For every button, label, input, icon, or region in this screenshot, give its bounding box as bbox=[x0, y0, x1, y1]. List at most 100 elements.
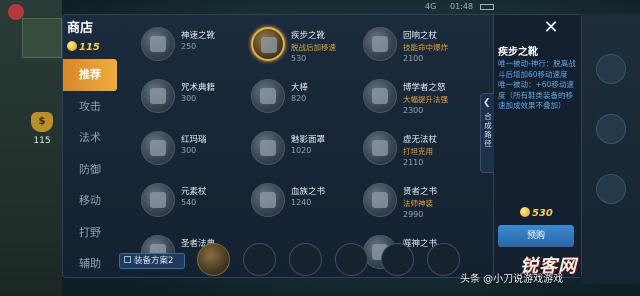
equipment-slot[interactable] bbox=[335, 243, 368, 276]
shop-panel: 商店 115 推荐 攻击 法术 防御 移动 打野 辅助 神速之靴 250 疾步之靴 脱战后加移速 5… bbox=[62, 14, 582, 278]
shop-item[interactable]: 虚无法杖打坦克用 2110 bbox=[363, 129, 481, 173]
item-name: 咒术典籍 bbox=[181, 83, 216, 93]
item-glyph bbox=[260, 140, 276, 156]
item-price: 300 bbox=[181, 94, 197, 103]
shop-item[interactable]: 疾步之靴 脱战后加移速 530 bbox=[251, 25, 369, 69]
coin-bag-icon: $ bbox=[31, 112, 53, 132]
battery-icon bbox=[480, 4, 494, 10]
item-glyph bbox=[372, 36, 388, 52]
synthesis-path-label: 合成路径 bbox=[484, 112, 492, 148]
skill-button[interactable] bbox=[596, 54, 626, 84]
detail-description: 唯一被动-神行：脱离战斗后增加60移动速度 唯一被动：+60移动速度（所有鞋类装… bbox=[498, 59, 578, 112]
item-name: 回响之杖 bbox=[403, 31, 438, 41]
shop-item[interactable]: 红玛瑙 300 bbox=[141, 129, 259, 173]
equipment-slot[interactable] bbox=[197, 243, 230, 276]
spellbook-icon bbox=[141, 79, 175, 113]
blood-book-icon bbox=[251, 183, 285, 217]
item-tagline: 脱战后加移速 bbox=[291, 43, 336, 52]
item-name: 博学者之怒 bbox=[403, 83, 446, 93]
hud-gold-amount: 115 bbox=[33, 136, 51, 146]
item-name: 神速之靴 bbox=[181, 31, 216, 41]
status-clock: 01:48 bbox=[450, 2, 474, 11]
item-glyph bbox=[372, 88, 388, 104]
item-glyph bbox=[150, 36, 166, 52]
watermark: 锐客网 头条 @小刀说游戏游戏 bbox=[458, 252, 640, 296]
void-staff-icon bbox=[363, 131, 397, 165]
club-icon bbox=[251, 79, 285, 113]
right-hud-strip bbox=[582, 14, 640, 284]
shop-item[interactable]: 元素杖 540 bbox=[141, 181, 259, 225]
shop-item[interactable]: 贤者之书 法师神装 2990 bbox=[363, 181, 481, 225]
status-bar: 4G 01:48 bbox=[0, 0, 640, 14]
red-agate-icon bbox=[141, 131, 175, 165]
list-icon bbox=[124, 256, 131, 263]
detail-price: 530 bbox=[520, 207, 553, 219]
category-tabs: 推荐 攻击 法术 防御 移动 打野 辅助 bbox=[63, 59, 117, 280]
equipment-slot[interactable] bbox=[381, 243, 414, 276]
tab-category[interactable]: 移动 bbox=[63, 185, 117, 217]
item-name: 元素杖 bbox=[181, 187, 207, 197]
tab-category[interactable]: 推荐 bbox=[63, 59, 117, 91]
shop-item[interactable]: 回响之杖技能命中爆炸 2100 bbox=[363, 25, 481, 69]
shop-title: 商店 bbox=[67, 21, 94, 36]
shop-balance-value: 115 bbox=[79, 42, 100, 53]
item-price: 2100 bbox=[403, 54, 424, 63]
item-glyph bbox=[150, 88, 166, 104]
close-icon[interactable]: ✕ bbox=[540, 17, 562, 39]
item-detail-panel: ❮ 合成路径 ✕ 疾步之靴 唯一被动-神行：脱离战斗后增加60移动速度 唯一被动… bbox=[480, 15, 581, 277]
item-name: 魅影面罩 bbox=[291, 135, 326, 145]
preorder-button[interactable]: 预购 bbox=[498, 225, 574, 247]
item-price: 540 bbox=[181, 198, 197, 207]
gold-bag[interactable]: $ 115 bbox=[28, 112, 56, 160]
element-staff-icon bbox=[141, 183, 175, 217]
item-glyph bbox=[372, 140, 388, 156]
tab-category[interactable]: 防御 bbox=[63, 154, 117, 186]
item-price: 1020 bbox=[291, 146, 312, 155]
item-name: 虚无法杖 bbox=[403, 135, 438, 145]
detail-price-value: 530 bbox=[532, 208, 553, 219]
coin-icon bbox=[67, 41, 77, 51]
item-tagline: 打坦克用 bbox=[403, 147, 433, 156]
shop-item[interactable]: 大棒 820 bbox=[251, 77, 369, 121]
phantom-mask-icon bbox=[251, 131, 285, 165]
skill-button[interactable] bbox=[596, 114, 626, 144]
equipment-slot[interactable] bbox=[243, 243, 276, 276]
shop-item[interactable]: 咒术典籍 300 bbox=[141, 77, 259, 121]
synthesis-path-tab[interactable]: ❮ 合成路径 bbox=[480, 93, 494, 173]
item-glyph bbox=[150, 140, 166, 156]
item-price: 2110 bbox=[403, 158, 424, 167]
item-glyph bbox=[260, 192, 276, 208]
equipment-plan-button[interactable]: 装备方案2 bbox=[119, 253, 185, 269]
item-glyph bbox=[150, 192, 166, 208]
loadout-bar: 装备方案2 bbox=[117, 241, 497, 277]
detail-title: 疾步之靴 bbox=[498, 47, 538, 58]
item-price: 820 bbox=[291, 94, 307, 103]
shop-balance: 115 bbox=[67, 41, 100, 53]
tab-category[interactable]: 辅助 bbox=[63, 248, 117, 280]
equipment-plan-label: 装备方案2 bbox=[134, 256, 174, 266]
item-name: 疾步之靴 bbox=[291, 31, 326, 41]
equipment-slot[interactable] bbox=[427, 243, 460, 276]
shop-item[interactable]: 魅影面罩 1020 bbox=[251, 129, 369, 173]
shop-item[interactable]: 神速之靴 250 bbox=[141, 25, 259, 69]
tab-category[interactable]: 法术 bbox=[63, 122, 117, 154]
shop-item[interactable]: 血族之书 1240 bbox=[251, 181, 369, 225]
watermark-line: 头条 @小刀说游戏游戏 bbox=[460, 274, 564, 285]
shop-item[interactable]: 博学者之怒 大幅提升法强 2300 bbox=[363, 77, 481, 121]
item-tagline: 技能命中爆炸 bbox=[403, 43, 448, 52]
item-price: 250 bbox=[181, 42, 197, 51]
item-glyph bbox=[260, 88, 276, 104]
tab-category[interactable]: 打野 bbox=[63, 217, 117, 249]
chevron-left-icon: ❮ bbox=[483, 98, 491, 108]
shop-header: 商店 115 bbox=[63, 15, 119, 59]
item-price: 2300 bbox=[403, 106, 424, 115]
equipment-slot[interactable] bbox=[289, 243, 322, 276]
tab-category[interactable]: 攻击 bbox=[63, 91, 117, 123]
left-hud-strip: $ 115 bbox=[0, 0, 62, 296]
detail-desc-line: 唯一被动：+60移动速度（所有鞋类装备的移速加成效果不叠加） bbox=[498, 80, 574, 110]
minimap[interactable] bbox=[22, 18, 62, 58]
item-name: 贤者之书 bbox=[403, 187, 438, 197]
skill-button[interactable] bbox=[596, 174, 626, 204]
sage-book-icon bbox=[363, 183, 397, 217]
swift-boots-icon bbox=[251, 27, 285, 61]
